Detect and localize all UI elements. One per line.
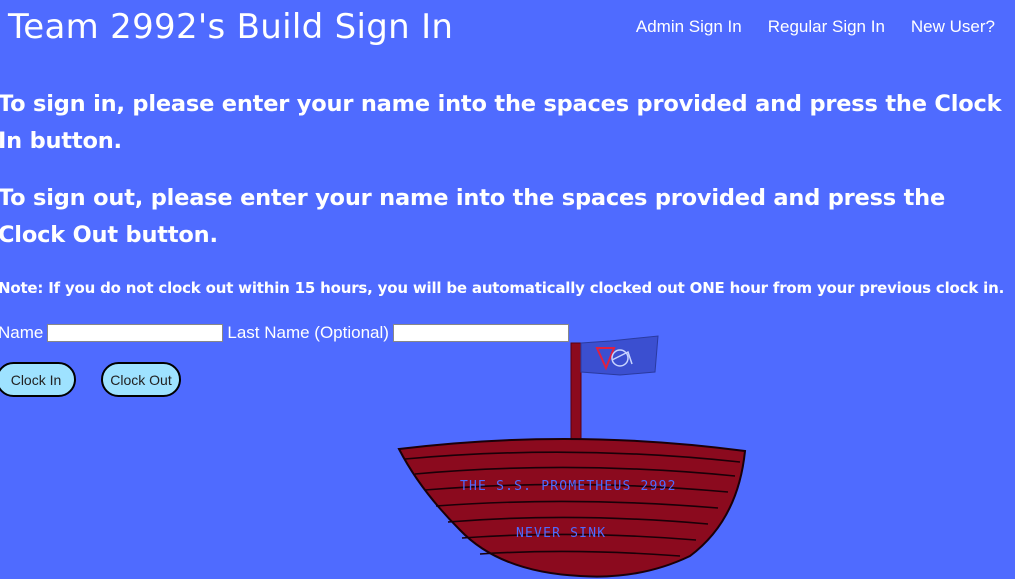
clock-in-button[interactable]: Clock In xyxy=(0,362,76,397)
hull-name-text: THE S.S. PROMETHEUS 2992 xyxy=(460,479,677,494)
auto-clock-out-note: Note: If you do not clock out within 15 … xyxy=(0,279,1005,297)
name-input[interactable] xyxy=(47,324,224,342)
name-label: Name xyxy=(0,323,44,342)
last-name-label: Last Name (Optional) xyxy=(227,323,389,342)
nav-admin-sign-in[interactable]: Admin Sign In xyxy=(636,16,742,38)
ship-hull xyxy=(397,437,747,578)
flag-logo-icon xyxy=(595,347,633,371)
hull-planks xyxy=(404,451,741,557)
top-nav: Admin Sign In Regular Sign In New User? xyxy=(630,16,1015,38)
clock-out-button[interactable]: Clock Out xyxy=(101,362,181,397)
sign-in-instructions: To sign in, please enter your name into … xyxy=(0,91,1002,154)
nav-new-user[interactable]: New User? xyxy=(911,16,995,38)
sign-out-instructions: To sign out, please enter your name into… xyxy=(0,185,946,248)
ship-mast xyxy=(570,342,582,464)
nav-regular-sign-in[interactable]: Regular Sign In xyxy=(768,16,885,38)
page: Team 2992's Build Sign In Admin Sign In … xyxy=(0,0,1015,579)
site-title: Team 2992's Build Sign In xyxy=(8,7,454,47)
last-name-input[interactable] xyxy=(392,324,569,342)
name-form: Name Last Name (Optional) xyxy=(0,322,573,344)
ship-flag xyxy=(580,335,659,376)
hull-motto-text: NEVER SINK xyxy=(516,526,606,541)
